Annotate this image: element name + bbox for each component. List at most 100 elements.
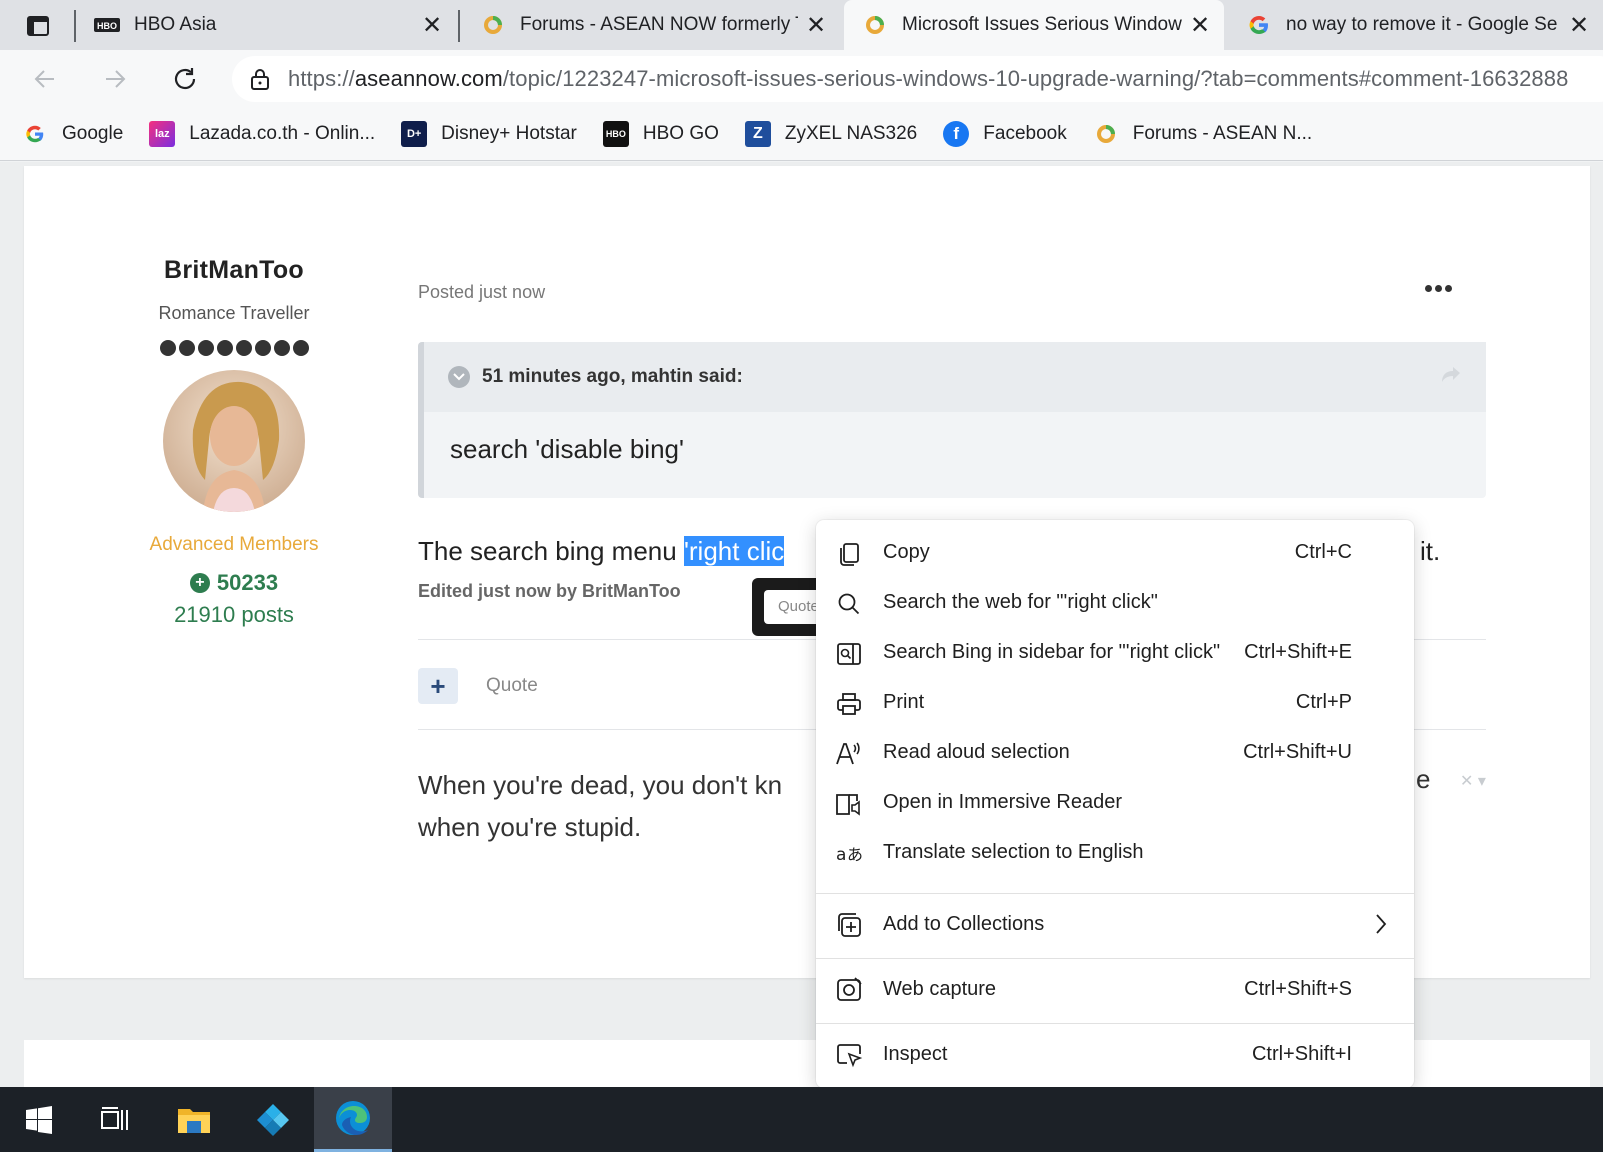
task-view-icon — [101, 1106, 128, 1130]
favorite-lazada[interactable]: laz Lazada.co.th - Onlin... — [149, 120, 375, 147]
copy-icon — [834, 539, 864, 569]
signature: When you're dead, you don't kn when you'… — [418, 764, 838, 848]
author-title: Romance Traveller — [158, 303, 310, 323]
menu-item-inspect[interactable]: Inspect Ctrl+Shift+I — [816, 1023, 1414, 1087]
hbo-go-icon: HBO — [602, 120, 629, 147]
menu-item-print[interactable]: Print Ctrl+P — [816, 678, 1414, 728]
favorite-label: HBO GO — [642, 122, 719, 144]
edge-button[interactable] — [314, 1087, 392, 1152]
plus-circle-icon: + — [189, 573, 210, 593]
post-count[interactable]: 21910 posts — [114, 602, 354, 628]
close-icon[interactable]: ✕ — [798, 7, 834, 43]
share-arrow-icon[interactable] — [1438, 362, 1464, 388]
arrow-right-icon — [106, 70, 126, 88]
svg-text:あ: あ — [847, 845, 863, 864]
tab-actions-button[interactable] — [18, 10, 58, 42]
zyxel-icon: Z — [744, 120, 771, 147]
address-toolbar: https://aseannow.com/topic/1223247-micro… — [0, 50, 1603, 107]
facebook-icon: f — [943, 120, 970, 147]
immersive-reader-icon — [834, 789, 864, 819]
edited-note: Edited just now by BritManToo — [418, 581, 681, 601]
member-group: Advanced Members — [149, 534, 319, 555]
author-name[interactable]: BritManToo — [114, 256, 354, 285]
menu-item-copy[interactable]: Copy Ctrl+C — [816, 528, 1414, 578]
lock-icon[interactable] — [232, 67, 288, 91]
favorite-facebook[interactable]: f Facebook — [943, 120, 1067, 147]
tab-title: no way to remove it - Google Se — [1286, 14, 1558, 35]
rank-pips — [114, 340, 354, 356]
close-icon[interactable]: ✕ — [1561, 7, 1597, 43]
signature-tail: e — [1416, 764, 1431, 794]
aseannow-icon — [862, 12, 888, 38]
web-capture-icon — [834, 975, 864, 1005]
translate-icon: aあ — [834, 839, 864, 869]
favorite-google[interactable]: Google — [22, 121, 123, 147]
quote-body: search 'disable bing' — [450, 434, 684, 464]
tab-microsoft-issues[interactable]: Microsoft Issues Serious Window ✕ — [844, 0, 1224, 50]
more-options-button[interactable] — [1422, 278, 1454, 298]
menu-item-search-web[interactable]: Search the web for "'right click" — [816, 578, 1414, 628]
lazada-icon: laz — [149, 120, 176, 147]
windows-taskbar — [0, 1087, 1603, 1152]
menu-item-add-to-collections[interactable]: Add to Collections — [816, 893, 1414, 957]
avatar[interactable] — [163, 370, 305, 512]
close-icon[interactable]: ✕ — [1182, 7, 1218, 43]
favorite-hbo-go[interactable]: HBO HBO GO — [602, 120, 719, 147]
file-explorer-icon — [178, 1108, 210, 1133]
tab-hbo-asia[interactable]: HBO HBO Asia ✕ — [76, 0, 456, 50]
google-icon — [1246, 12, 1272, 38]
menu-item-read-aloud[interactable]: Read aloud selection Ctrl+Shift+U — [816, 728, 1414, 778]
post-body: The search bing menu 'right clic — [418, 536, 785, 566]
chevron-right-icon — [1374, 913, 1388, 940]
favorite-label: ZyXEL NAS326 — [784, 122, 918, 144]
post-timestamp[interactable]: Posted just now — [418, 282, 545, 303]
author-panel: BritManToo Romance Traveller Advanced Me… — [114, 256, 354, 628]
windows-start-icon — [26, 1105, 52, 1134]
post-body-tail: it. — [1420, 536, 1441, 566]
text-selection[interactable]: 'right clic — [683, 536, 785, 566]
favorite-zyxel[interactable]: Z ZyXEL NAS326 — [744, 120, 918, 147]
kodi-button[interactable] — [234, 1087, 312, 1152]
refresh-button[interactable] — [164, 58, 206, 100]
print-icon — [834, 689, 864, 719]
task-view-button[interactable] — [76, 1087, 154, 1152]
close-icon[interactable]: ✕ — [414, 7, 450, 43]
favorite-label: Forums - ASEAN N... — [1132, 122, 1313, 144]
file-explorer-button[interactable] — [155, 1087, 233, 1152]
favorites-bar: Google laz Lazada.co.th - Onlin... D+ Di… — [0, 107, 1603, 161]
quote-citation-text: 51 minutes ago, mahtin said: — [482, 366, 743, 387]
sidebar-search-icon — [834, 639, 864, 669]
tab-google-search[interactable]: no way to remove it - Google Se ✕ — [1228, 0, 1603, 50]
chevron-down-icon[interactable] — [448, 366, 470, 388]
reputation-badge[interactable]: + 50233 — [114, 570, 354, 596]
favorite-label: Google — [62, 122, 124, 144]
favorite-forums-asean[interactable]: Forums - ASEAN N... — [1093, 121, 1312, 147]
ellipsis-icon — [1424, 284, 1432, 292]
svg-text:a: a — [836, 845, 846, 865]
disney-hotstar-icon: D+ — [401, 120, 428, 147]
arrow-left-icon — [34, 70, 54, 88]
aseannow-icon — [480, 12, 506, 38]
context-menu: Copy Ctrl+C Search the web for "'right c… — [816, 520, 1414, 1088]
forward-button[interactable] — [94, 58, 136, 100]
menu-item-web-capture[interactable]: Web capture Ctrl+Shift+S — [816, 958, 1414, 1022]
signature-line: when you're stupid. — [418, 812, 642, 842]
tab-title: Forums - ASEAN NOW formerly T — [520, 14, 798, 35]
read-aloud-icon — [834, 739, 864, 769]
tab-divider — [458, 10, 460, 42]
signature-line: When you're dead, you don't kn — [418, 770, 783, 800]
collections-icon — [834, 910, 864, 940]
quote-button[interactable]: Quote — [486, 675, 538, 697]
back-button[interactable] — [24, 58, 66, 100]
menu-item-translate[interactable]: aあ Translate selection to English — [816, 828, 1414, 878]
menu-item-immersive-reader[interactable]: Open in Immersive Reader — [816, 778, 1414, 828]
tab-forums-asean-now[interactable]: Forums - ASEAN NOW formerly T ✕ — [462, 0, 840, 50]
favorite-disney-hotstar[interactable]: D+ Disney+ Hotstar — [401, 120, 577, 147]
tab-title: HBO Asia — [134, 14, 217, 35]
tab-strip: HBO HBO Asia ✕ Forums - ASEAN NOW former… — [0, 0, 1603, 50]
hide-signature-button[interactable]: ✕ ▾ — [1460, 771, 1486, 791]
start-button[interactable] — [0, 1087, 78, 1152]
menu-item-search-bing-sidebar[interactable]: Search Bing in sidebar for "'right click… — [816, 628, 1414, 678]
address-bar[interactable]: https://aseannow.com/topic/1223247-micro… — [232, 56, 1603, 102]
multiquote-button[interactable]: + — [418, 668, 458, 704]
